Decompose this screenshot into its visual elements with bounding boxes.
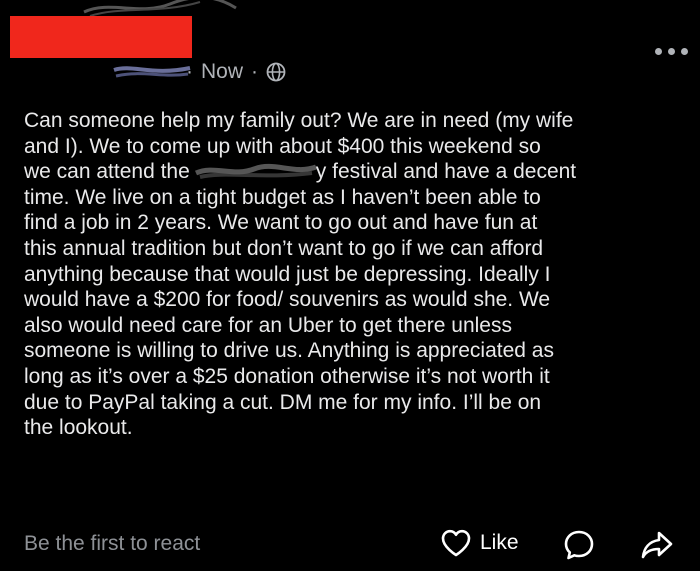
red-redaction-box <box>10 16 192 58</box>
post-line: someone is willing to drive us. Anything… <box>24 339 554 363</box>
scribble-redaction-name <box>113 66 191 78</box>
post-line: would have a $200 for food/ souvenirs as… <box>24 288 551 312</box>
post-body: Can someone help my family out? We are i… <box>24 108 688 441</box>
post-line: time. We live on a tight budget as I hav… <box>24 185 541 209</box>
post-line-segment: we can attend the <box>24 160 190 184</box>
globe-icon <box>266 62 286 82</box>
like-button[interactable]: Like <box>440 528 519 558</box>
post-line: this annual tradition but don’t want to … <box>24 236 544 260</box>
more-options-icon <box>655 48 662 55</box>
meta-separator: · <box>186 60 193 83</box>
post-line: also would need care for an Uber to get … <box>24 313 512 337</box>
more-options-button[interactable] <box>655 48 688 55</box>
post-line: find a job in 2 years. We want to go out… <box>24 211 538 235</box>
post-footer: Be the first to react Like <box>0 526 700 566</box>
share-icon[interactable] <box>640 528 674 562</box>
post-line: anything because that would just be depr… <box>24 262 551 286</box>
heart-icon <box>441 529 471 557</box>
post-line-segment: y festival and have a decent <box>315 160 577 184</box>
post-line: long as it’s over a $25 donation otherwi… <box>24 364 550 388</box>
post-timestamp[interactable]: Now <box>201 60 243 84</box>
smudge-redaction <box>194 164 317 180</box>
post-line: Can someone help my family out? We are i… <box>24 109 574 132</box>
post-line: and I). We to come up with about $400 th… <box>24 134 541 158</box>
post-line: we can attend the y festival and have a d… <box>24 159 688 185</box>
post-meta: · Now · <box>186 58 286 86</box>
comment-icon[interactable] <box>562 528 596 562</box>
post-line: due to PayPal taking a cut. DM me for my… <box>24 390 542 414</box>
post-line: the lookout. <box>24 416 133 440</box>
like-label: Like <box>480 531 519 554</box>
meta-separator: · <box>251 60 259 83</box>
react-prompt[interactable]: Be the first to react <box>24 532 200 556</box>
